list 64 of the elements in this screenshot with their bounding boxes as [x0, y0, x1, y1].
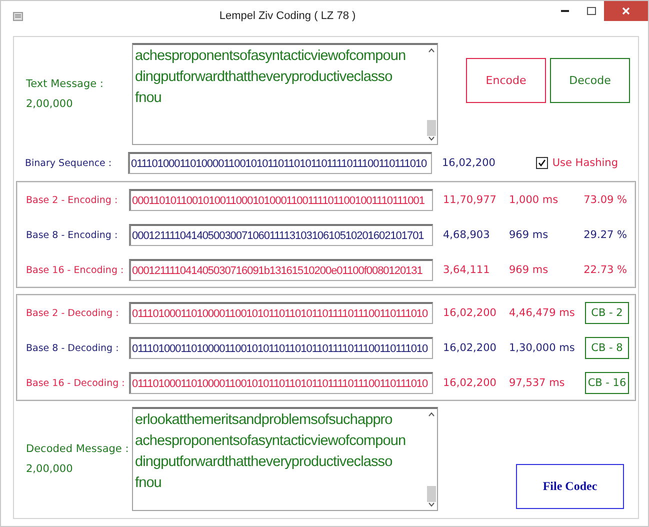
text-line: achesproponentsofasyntacticviewofcompoun — [135, 47, 407, 66]
encoding-time: 969 ms — [509, 229, 550, 241]
decoding-label: Base 8 - Decoding : — [25, 342, 120, 354]
encoding-label: Base 16 - Encoding : — [25, 264, 125, 276]
encoding-label: Base 2 - Encoding : — [25, 194, 119, 206]
compression-ratio: 29.27 % — [582, 229, 628, 241]
decoded-message-label: Decoded Message : — [26, 443, 130, 455]
decoding-label: Base 2 - Decoding : — [25, 308, 120, 318]
compression-ratio: 73.09 % — [582, 194, 628, 206]
bit-count: 16,02,200 — [441, 157, 496, 169]
maximize-icon — [586, 7, 596, 15]
text-message-count: 2,00,000 — [26, 98, 74, 110]
encoded-length: 11,70,977 — [442, 194, 498, 206]
scroll-up-icon[interactable] — [428, 48, 434, 53]
encoding-label: Base 8 - Encoding : — [25, 230, 119, 240]
binary-sequence-label: Binary Sequence : — [24, 158, 113, 168]
text-line: dingputforwardthattheveryproductiveclasso — [135, 453, 394, 472]
action-button[interactable]: Encode — [466, 58, 546, 103]
text-message-label: Text Message : — [26, 78, 104, 90]
decoding-label: Base 16 - Decoding : — [25, 378, 126, 388]
compression-ratio: 22.73 % — [582, 264, 628, 276]
decoding-field[interactable]: 0111010001101000011001010110110101101111011100110111010 — [129, 372, 433, 394]
file-codec-button[interactable]: File Codec — [516, 464, 624, 509]
decoded-message-count: 2,00,000 — [26, 463, 74, 475]
text-line: fnou — [135, 474, 162, 493]
window-title: Lempel Ziv Coding ( LZ 78 ) — [218, 10, 357, 22]
encoding-field[interactable]: 00012111104140500300710601111310310610510201602101701 — [129, 224, 433, 246]
minimize-icon — [561, 10, 569, 12]
encoding-time: 1,000 ms — [509, 194, 560, 206]
encoded-length: 4,68,903 — [442, 229, 491, 241]
use-hashing-checkbox[interactable] — [536, 157, 548, 169]
encoding-time: 969 ms — [509, 264, 550, 276]
use-hashing-label: Use Hashing — [552, 157, 618, 169]
encoding-field[interactable]: 000121111041405030716091b13161510200e01100f0080120131 — [129, 259, 433, 281]
text-line: erlookatthemeritsandproblemsofsuchappro — [135, 411, 394, 430]
decoded-length: 16,02,200 — [442, 342, 498, 354]
scroll-up-icon[interactable] — [428, 412, 434, 417]
decoded-length: 16,02,200 — [442, 377, 498, 389]
close-button[interactable] — [604, 1, 648, 21]
decoding-field[interactable]: 0111010001101000011001010110110101101111011100110111010 — [129, 302, 433, 324]
encoded-length: 3,64,111 — [442, 264, 491, 276]
codebook-button[interactable]: CB - 2 — [585, 302, 629, 324]
text-area[interactable]: achesproponentsofasyntacticviewofcompoun dingputforwardthattheveryproductiveclasso fnou — [132, 43, 438, 145]
app-icon — [13, 11, 23, 21]
codebook-button[interactable]: CB - 16 — [585, 372, 629, 394]
scroll-thumb[interactable] — [426, 486, 436, 502]
decoding-time: 1,30,000 ms — [509, 342, 576, 354]
text-line: achesproponentsofasyntacticviewofcompoun — [135, 432, 407, 451]
text-line: fnou — [135, 89, 162, 108]
encoding-field[interactable]: 000110101100101001100010100011001111011001001110111001 — [129, 189, 433, 211]
decoding-time: 97,537 ms — [509, 377, 566, 389]
binary-sequence-field[interactable]: 0111010001101000011001010110110101101111011100110111010 — [128, 152, 432, 174]
codebook-button[interactable]: CB - 8 — [585, 337, 629, 359]
close-icon — [622, 7, 630, 15]
action-button[interactable]: Decode — [550, 58, 630, 103]
decoded-length: 16,02,200 — [442, 307, 498, 319]
text-area[interactable]: erlookatthemeritsandproblemsofsuchappro achesproponentsofasyntacticviewofcompoun dingputforwardthattheveryproductiveclasso fnou — [132, 407, 438, 511]
decoding-field[interactable]: 0111010001101000011001010110110101101111011100110111010 — [129, 337, 433, 359]
scroll-down-icon[interactable] — [428, 136, 434, 141]
text-line: dingputforwardthattheveryproductiveclasso — [135, 68, 394, 87]
check-icon — [538, 159, 546, 167]
scroll-thumb[interactable] — [426, 120, 436, 136]
decoding-time: 4,46,479 ms — [509, 307, 576, 319]
scroll-down-icon[interactable] — [428, 502, 434, 507]
